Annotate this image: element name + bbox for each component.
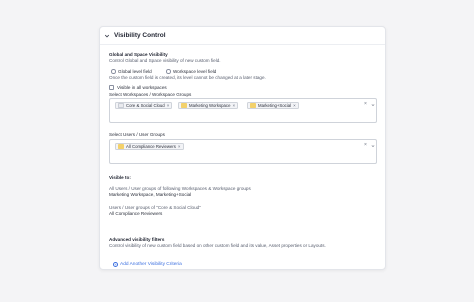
user-group-chip: All Compliance Reviewers ×	[115, 143, 184, 150]
workspaces-label: Select Workspaces / Workspace Groups	[109, 92, 192, 97]
workspace-chip: Marketing Workspace ×	[178, 102, 239, 109]
global-space-heading: Global and Space Visibility	[109, 52, 168, 57]
header-divider	[100, 44, 385, 45]
remove-chip-icon[interactable]: ×	[232, 103, 235, 108]
visibility-control-panel: Visibility Control Global and Space Visi…	[99, 26, 386, 270]
chevron-down-icon[interactable]	[371, 144, 375, 148]
workspace-chip-label: Core & Social Cloud	[126, 103, 165, 108]
chevron-down-icon[interactable]	[104, 33, 110, 39]
workspaces-multiselect[interactable]: Core & Social Cloud × Marketing Workspac…	[109, 98, 377, 123]
radio-workspace-level[interactable]	[166, 69, 171, 74]
visible-to-line1-value: Marketing Workspace, Marketing+Social	[109, 192, 192, 197]
plus-circle-icon: +	[113, 261, 118, 267]
users-label: Select Users / User Groups	[109, 132, 165, 137]
clear-all-icon[interactable]: ×	[364, 101, 367, 107]
section-title: Visibility Control	[114, 32, 166, 39]
section-header[interactable]: Visibility Control	[104, 32, 166, 39]
visible-to-line2-label: Users / User groups of "Core & Social Cl…	[109, 205, 201, 210]
workspace-chip-label: Marketing+Social	[258, 103, 292, 108]
radio-workspace-level-label[interactable]: Workspace level field	[173, 69, 216, 74]
radio-global-level[interactable]	[111, 69, 116, 74]
folder-icon	[181, 103, 187, 108]
workspace-chip-label: Marketing Workspace	[189, 103, 231, 108]
remove-chip-icon[interactable]: ×	[178, 144, 181, 149]
folder-icon	[250, 103, 256, 108]
users-multiselect[interactable]: All Compliance Reviewers × ×	[109, 139, 377, 164]
workspace-icon	[118, 103, 124, 108]
global-space-description: Control Global and Space visibility of n…	[109, 58, 221, 63]
add-visibility-criteria-button[interactable]: + Add Another Visibility Criteria	[113, 262, 182, 267]
visible-to-line2-value: All Compliance Reviewers	[109, 211, 163, 216]
add-visibility-criteria-label: Add Another Visibility Criteria	[120, 262, 182, 267]
visible-to-heading: Visible to:	[109, 175, 131, 180]
advanced-description: Control visibility of new custom field b…	[109, 243, 326, 248]
group-icon	[118, 144, 124, 149]
level-note: Once the custom field is created, its le…	[109, 75, 266, 80]
workspace-chip: Marketing+Social ×	[247, 102, 299, 109]
remove-chip-icon[interactable]: ×	[293, 103, 296, 108]
remove-chip-icon[interactable]: ×	[167, 103, 170, 108]
visible-all-checkbox[interactable]	[109, 85, 114, 90]
visible-to-line1-label: All Users / User groups of following Wor…	[109, 186, 251, 191]
advanced-heading: Advanced visibility filters	[109, 237, 165, 242]
radio-global-level-label[interactable]: Global level field	[118, 69, 152, 74]
workspace-chip: Core & Social Cloud ×	[115, 102, 173, 109]
chevron-down-icon[interactable]	[371, 103, 375, 107]
visible-all-label[interactable]: Visible in all workspaces	[117, 85, 167, 90]
user-group-chip-label: All Compliance Reviewers	[126, 144, 176, 149]
clear-all-icon[interactable]: ×	[364, 142, 367, 148]
